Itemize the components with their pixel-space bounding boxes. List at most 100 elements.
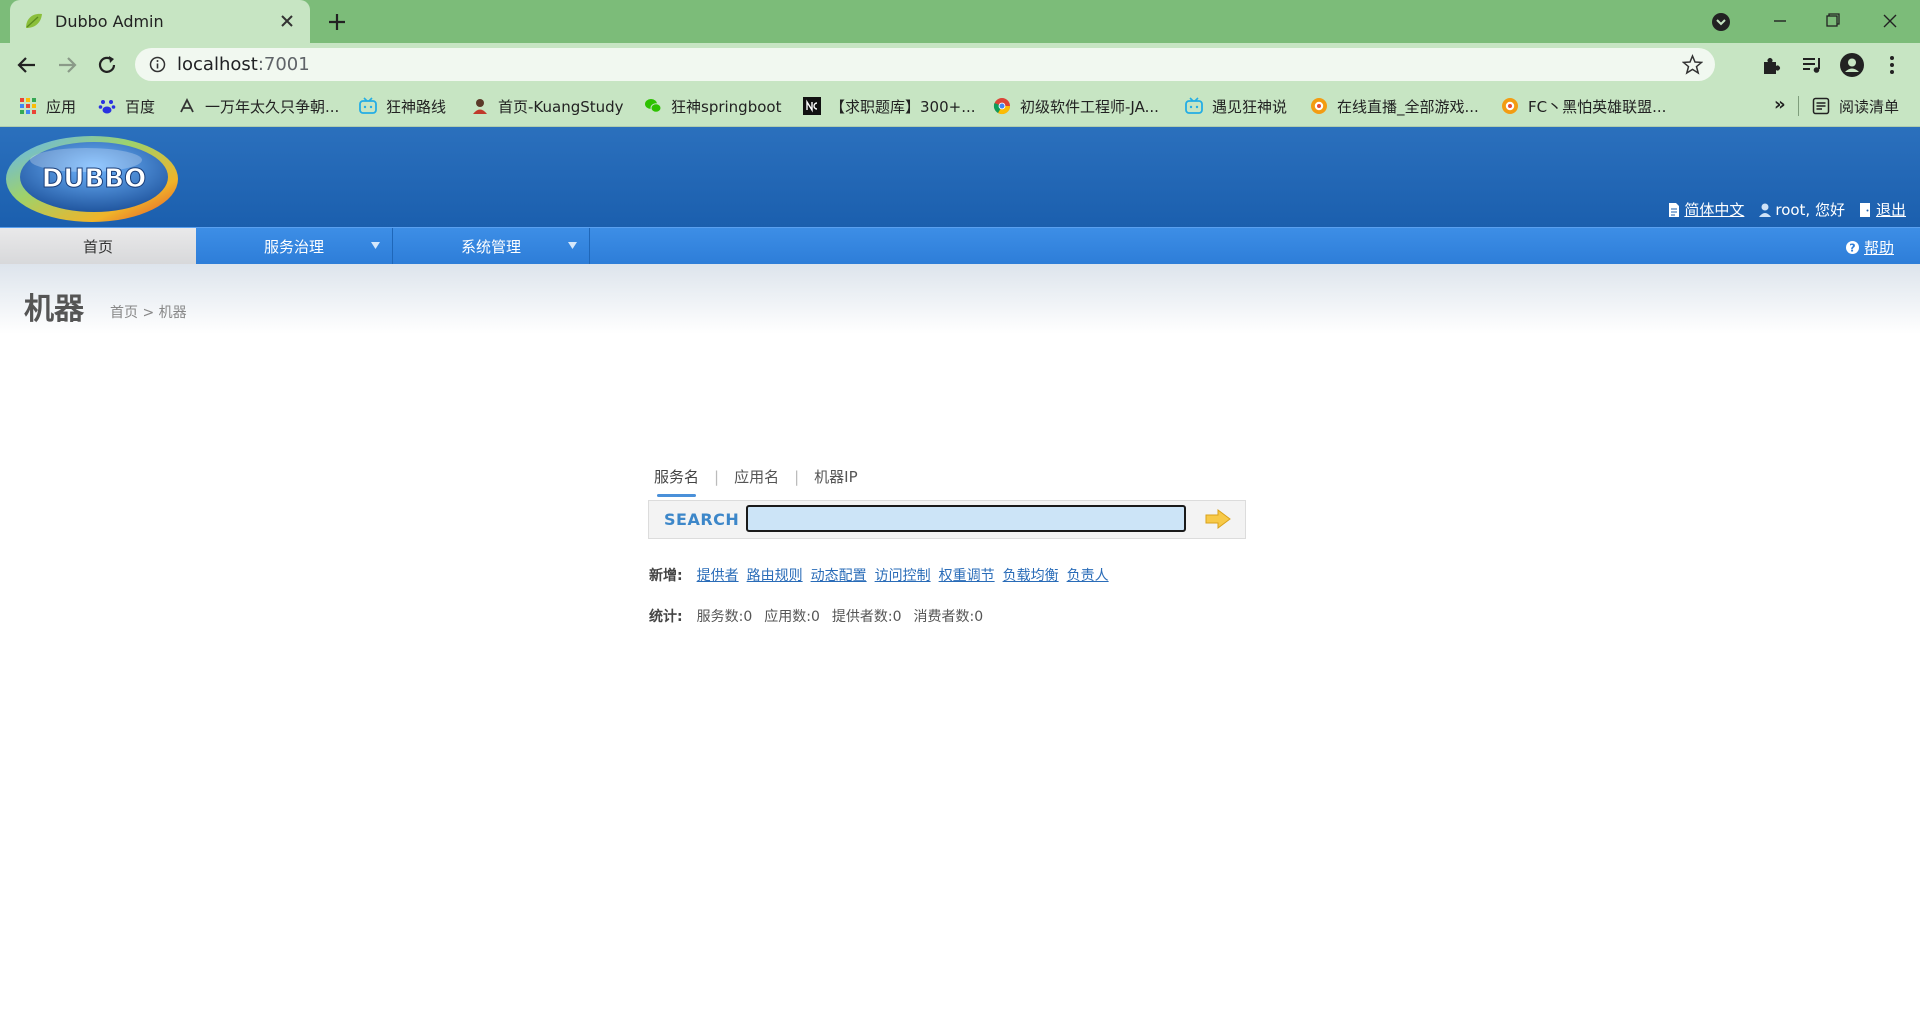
tab-separator: | — [714, 467, 720, 486]
tab-search-icon[interactable] — [1710, 11, 1732, 33]
wechat-icon — [644, 97, 662, 115]
reload-icon[interactable] — [94, 52, 120, 78]
bilibili-icon — [1185, 97, 1203, 115]
help-question-icon: ? — [1845, 241, 1859, 255]
add-weight-adjust-link[interactable]: 权重调节 — [939, 565, 995, 585]
close-icon[interactable] — [278, 12, 296, 30]
add-owner-link[interactable]: 负责人 — [1067, 565, 1109, 585]
bookmark-item[interactable]: 首页-KuangStudy — [471, 96, 624, 116]
bookmark-item[interactable]: 一万年太久只争朝... — [178, 96, 339, 116]
help-link[interactable]: ? 帮助 — [1845, 237, 1894, 258]
bookmark-label: 一万年太久只争朝... — [205, 97, 340, 116]
bookmark-item[interactable]: 百度 — [98, 96, 155, 116]
search-input[interactable] — [746, 505, 1186, 532]
header-links: 简体中文 root, 您好 退出 — [1667, 199, 1906, 220]
user-greeting: root, 您好 — [1758, 199, 1845, 220]
kebab-menu-icon[interactable] — [1880, 53, 1904, 77]
page-title: 机器 — [24, 292, 84, 327]
bookmark-site-icon — [178, 97, 196, 115]
add-access-control-link[interactable]: 访问控制 — [875, 565, 931, 585]
stat-consumers: 消费者数:0 — [913, 609, 984, 625]
breadcrumb-home[interactable]: 首页 — [110, 305, 138, 321]
search-label: SEARCH — [664, 510, 740, 529]
dropdown-arrow-icon — [568, 242, 577, 249]
logout-door-icon — [1859, 202, 1870, 217]
nav-system-management[interactable]: 系统管理 — [393, 228, 590, 265]
more-bookmarks-chevron[interactable]: » — [1774, 94, 1786, 115]
bookmarks-bar: 应用 百度 一万年太久只争朝... 狂神路线 首页-KuangStudy 狂神s… — [0, 86, 1920, 127]
stat-applications: 应用数:0 — [764, 609, 820, 625]
bookmark-label: 【求职题库】300+... — [830, 97, 976, 116]
new-tab-plus-icon[interactable] — [325, 10, 349, 34]
bookmark-label: 遇见狂神说 — [1212, 97, 1288, 116]
browser-tab-active[interactable]: Dubbo Admin — [10, 0, 310, 43]
tab-title: Dubbo Admin — [55, 12, 164, 31]
chrome-site-icon — [993, 97, 1011, 115]
avatar-site-icon — [471, 97, 489, 115]
search-type-tabs: 服务名 | 应用名 | 机器IP — [653, 466, 859, 497]
tab-separator: | — [794, 467, 800, 486]
back-arrow-icon[interactable] — [14, 52, 40, 78]
user-icon — [1759, 203, 1772, 217]
tab-application-name[interactable]: 应用名 — [733, 466, 780, 487]
leaf-favicon-icon — [24, 12, 44, 30]
address-bar[interactable]: localhost:7001 — [135, 48, 1715, 81]
bookmark-label: 在线直播_全部游戏... — [1337, 97, 1479, 116]
search-bar: SEARCH — [648, 500, 1246, 539]
logo-wordmark: DUBBO — [42, 164, 146, 194]
reading-list-button[interactable]: 阅读清单 — [1812, 96, 1899, 116]
tab-service-name[interactable]: 服务名 — [653, 466, 700, 497]
bookmark-label: 百度 — [125, 97, 156, 116]
bookmark-item[interactable]: 初级软件工程师-JA... — [993, 96, 1159, 116]
bookmark-label: 狂神路线 — [386, 97, 447, 116]
url-text: localhost:7001 — [177, 54, 310, 75]
dubbo-logo[interactable]: DUBBO — [0, 130, 182, 224]
apps-grid-icon — [19, 97, 37, 115]
minimize-icon[interactable] — [1762, 8, 1798, 34]
content-header-gradient — [0, 264, 1920, 334]
live-site-icon — [1310, 97, 1328, 115]
reading-list-label: 阅读清单 — [1839, 97, 1900, 116]
logout-link[interactable]: 退出 — [1859, 199, 1906, 220]
language-link[interactable]: 简体中文 — [1667, 199, 1744, 220]
tab-machine-ip[interactable]: 机器IP — [813, 466, 858, 487]
add-links-row: 新增: 提供者 路由规则 动态配置 访问控制 权重调节 负载均衡 负责人 — [649, 565, 1117, 585]
profile-avatar-icon[interactable] — [1840, 53, 1864, 77]
dropdown-arrow-icon — [371, 242, 380, 249]
bookmark-item[interactable]: 【求职题库】300+... — [803, 96, 976, 116]
bookmark-item[interactable]: FC丶黑怕英雄联盟... — [1501, 96, 1666, 116]
add-load-balance-link[interactable]: 负载均衡 — [1003, 565, 1059, 585]
bookmark-star-icon[interactable] — [1682, 54, 1703, 75]
browser-tab-strip: Dubbo Admin — [0, 0, 1920, 43]
main-nav: 首页 服务治理 系统管理 ? 帮助 — [0, 227, 1920, 265]
extensions-puzzle-icon[interactable] — [1760, 53, 1784, 77]
bookmark-label: FC丶黑怕英雄联盟... — [1528, 97, 1667, 116]
bookmark-item[interactable]: 在线直播_全部游戏... — [1310, 96, 1479, 116]
forward-arrow-icon[interactable] — [54, 52, 80, 78]
reading-list-icon — [1812, 97, 1830, 115]
stat-providers: 提供者数:0 — [831, 609, 902, 625]
add-route-rule-link[interactable]: 路由规则 — [747, 565, 803, 585]
bookmarks-divider — [1798, 96, 1799, 116]
stats-label: 统计: — [649, 609, 683, 625]
bookmark-item[interactable]: 遇见狂神说 — [1185, 96, 1287, 116]
app-header: DUBBO 简体中文 root, 您好 退出 — [0, 127, 1920, 227]
browser-toolbar: localhost:7001 — [0, 43, 1920, 86]
live-site-icon — [1501, 97, 1519, 115]
baidu-paw-icon — [98, 97, 116, 115]
site-info-icon[interactable] — [149, 56, 166, 73]
media-queue-icon[interactable] — [1800, 53, 1824, 77]
bookmark-item[interactable]: 狂神springboot — [644, 96, 781, 116]
add-provider-link[interactable]: 提供者 — [697, 565, 739, 585]
nav-service-governance[interactable]: 服务治理 — [196, 228, 393, 265]
bookmark-item[interactable]: 应用 — [19, 96, 76, 116]
breadcrumb-separator: > — [138, 305, 159, 321]
svg-text:?: ? — [1849, 242, 1855, 255]
search-arrow-icon[interactable] — [1205, 509, 1231, 529]
window-close-icon[interactable] — [1872, 8, 1908, 34]
nav-home[interactable]: 首页 — [0, 228, 196, 265]
bookmark-item[interactable]: 狂神路线 — [359, 96, 446, 116]
restore-icon[interactable] — [1815, 8, 1851, 34]
stats-row: 统计: 服务数:0 应用数:0 提供者数:0 消费者数:0 — [649, 606, 995, 626]
add-dynamic-config-link[interactable]: 动态配置 — [811, 565, 867, 585]
